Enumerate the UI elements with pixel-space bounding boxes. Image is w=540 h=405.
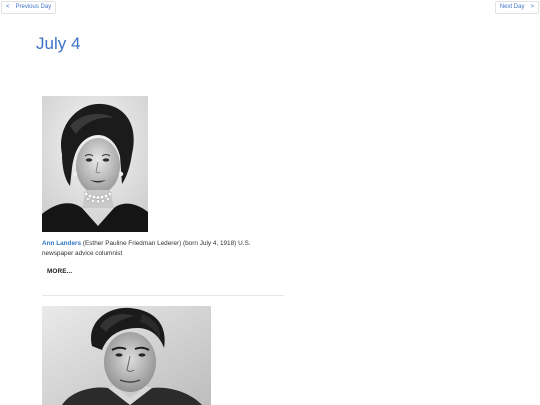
entry-photo[interactable] — [42, 96, 148, 232]
entry-photo[interactable] — [42, 306, 211, 405]
entry-name-link[interactable]: Ann Landers — [42, 240, 81, 247]
chevron-right-icon: > — [530, 4, 534, 10]
entry-description: Ann Landers (Esther Pauline Friedman Led… — [42, 239, 282, 259]
next-day-button[interactable]: Next Day > — [494, 1, 539, 14]
divider — [42, 295, 284, 296]
portrait-photo-icon — [42, 96, 148, 232]
previous-day-label: Previous Day — [15, 4, 52, 10]
chevron-left-icon: < — [6, 4, 10, 10]
next-day-label: Next Day — [499, 4, 525, 10]
previous-day-button[interactable]: < Previous Day — [1, 1, 57, 14]
more-button[interactable]: MORE... — [47, 268, 72, 275]
page: < Previous Day Next Day > July 4 Ann Lan… — [0, 0, 540, 405]
portrait-photo-icon — [42, 306, 211, 405]
page-title: July 4 — [36, 34, 81, 53]
